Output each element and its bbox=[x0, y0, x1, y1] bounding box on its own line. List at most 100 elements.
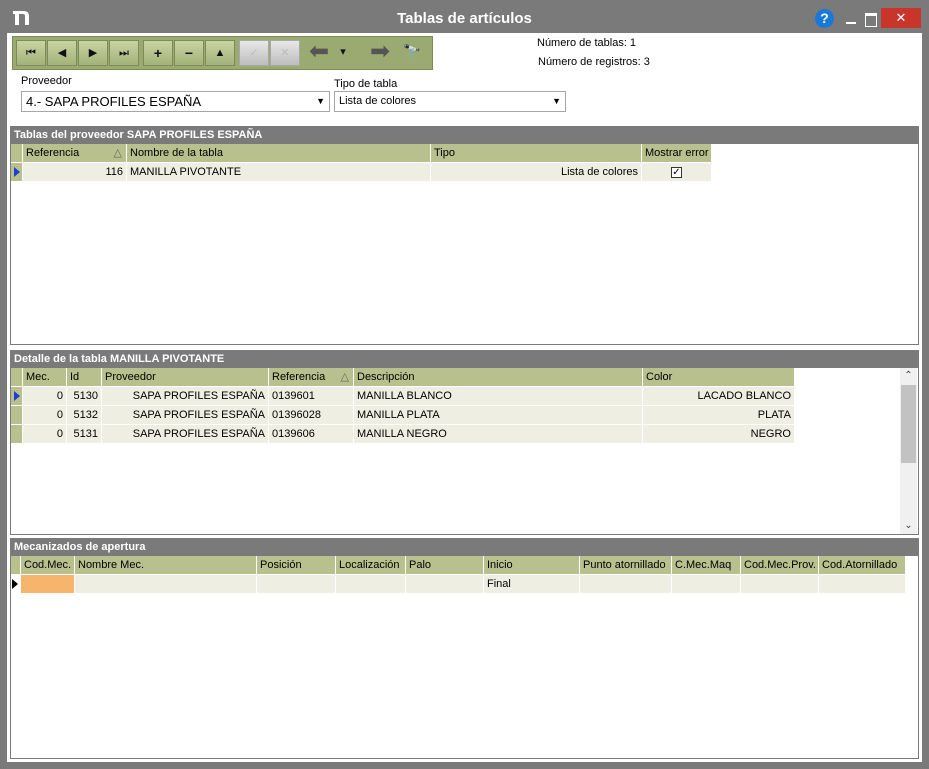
detalle-panel: Detalle de la tabla MANILLA PIVOTANTE Me… bbox=[10, 350, 919, 535]
scroll-down-icon[interactable]: ⌄ bbox=[900, 518, 917, 534]
history-dropdown-button[interactable]: ▾ bbox=[335, 40, 351, 66]
cell-referencia[interactable]: 0139606 bbox=[269, 425, 354, 444]
tablas-panel-title: Tablas del proveedor SAPA PROFILES ESPAÑ… bbox=[11, 127, 918, 144]
scroll-up-icon[interactable]: ⌃ bbox=[900, 368, 917, 384]
col-nombre-tabla[interactable]: Nombre de la tabla bbox=[127, 144, 431, 163]
cell-mec[interactable]: 0 bbox=[23, 425, 67, 444]
client-area: ⏮ ◀ ▶ ⏭ + − ▲ ✓ ✕ ⬅ ▾ ➡ 🔭 Número de tabl… bbox=[7, 33, 922, 762]
col-tipo[interactable]: Tipo bbox=[431, 144, 642, 163]
cell-inicio[interactable]: Final bbox=[484, 575, 580, 594]
col-cod-mec-prov[interactable]: Cod.Mec.Prov. bbox=[741, 556, 819, 575]
cell-id[interactable]: 5132 bbox=[67, 406, 102, 425]
col-referencia[interactable]: Referencia △ bbox=[269, 368, 354, 387]
cell-proveedor[interactable]: SAPA PROFILES ESPAÑA bbox=[102, 425, 269, 444]
cell-tipo[interactable]: Lista de colores bbox=[431, 163, 642, 182]
cell-nombre-mec[interactable] bbox=[75, 575, 257, 594]
cell-descripcion[interactable]: MANILLA BLANCO bbox=[354, 387, 643, 406]
title-bar[interactable]: Tablas de artículos ? ✕ bbox=[0, 0, 929, 33]
cell-mec[interactable]: 0 bbox=[23, 406, 67, 425]
cell-descripcion[interactable]: MANILLA PLATA bbox=[354, 406, 643, 425]
close-button[interactable]: ✕ bbox=[881, 8, 921, 28]
cell-id[interactable]: 5130 bbox=[67, 387, 102, 406]
current-row-arrow-icon bbox=[14, 391, 20, 401]
cell-proveedor[interactable]: SAPA PROFILES ESPAÑA bbox=[102, 406, 269, 425]
col-cod-mec[interactable]: Cod.Mec. bbox=[21, 556, 75, 575]
window-title: Tablas de artículos bbox=[397, 10, 532, 27]
cell-mostrar-error[interactable]: ✓ bbox=[642, 163, 712, 182]
col-punto-atornillado[interactable]: Punto atornillado bbox=[580, 556, 672, 575]
tablas-panel: Tablas del proveedor SAPA PROFILES ESPAÑ… bbox=[10, 126, 919, 345]
cell-palo[interactable] bbox=[406, 575, 484, 594]
cell-cod-mec-prov[interactable] bbox=[741, 575, 819, 594]
col-proveedor[interactable]: Proveedor bbox=[102, 368, 269, 387]
cell-punto-atornillado[interactable] bbox=[580, 575, 672, 594]
next-record-button[interactable]: ▶ bbox=[78, 40, 108, 66]
binoculars-search-icon[interactable]: 🔭 bbox=[397, 40, 427, 66]
cell-descripcion[interactable]: MANILLA NEGRO bbox=[354, 425, 643, 444]
proveedor-select[interactable]: 4.- SAPA PROFILES ESPAÑA ▼ bbox=[21, 91, 330, 112]
vertical-scrollbar[interactable]: ⌃ ⌄ bbox=[900, 368, 917, 534]
help-button[interactable]: ? bbox=[815, 9, 834, 28]
cell-localizacion[interactable] bbox=[336, 575, 406, 594]
col-localizacion[interactable]: Localización bbox=[336, 556, 406, 575]
cell-id[interactable]: 5131 bbox=[67, 425, 102, 444]
table-row[interactable]: 116 MANILLA PIVOTANTE Lista de colores ✓ bbox=[11, 163, 713, 182]
delete-record-button[interactable]: − bbox=[174, 40, 204, 66]
row-indicator-header bbox=[11, 368, 23, 387]
minimize-button[interactable] bbox=[843, 13, 859, 27]
table-row[interactable]: 0 5132 SAPA PROFILES ESPAÑA 01396028 MAN… bbox=[11, 406, 795, 425]
back-arrow-icon[interactable]: ⬅ bbox=[304, 40, 334, 66]
col-descripcion[interactable]: Descripción bbox=[354, 368, 643, 387]
row-indicator bbox=[11, 425, 23, 444]
grid-header: Cod.Mec. Nombre Mec. Posición Localizaci… bbox=[11, 556, 906, 575]
mostrar-error-checkbox[interactable]: ✓ bbox=[671, 166, 682, 178]
col-mostrar-error[interactable]: Mostrar error bbox=[642, 144, 712, 163]
cell-color[interactable]: PLATA bbox=[643, 406, 795, 425]
col-posicion[interactable]: Posición bbox=[257, 556, 336, 575]
tipo-tabla-select[interactable]: Lista de colores ▼ bbox=[334, 91, 566, 112]
col-palo[interactable]: Palo bbox=[406, 556, 484, 575]
cell-c-mec-maq[interactable] bbox=[672, 575, 741, 594]
table-row[interactable]: 0 5130 SAPA PROFILES ESPAÑA 0139601 MANI… bbox=[11, 387, 795, 406]
col-cod-atornillado[interactable]: Cod.Atornillado bbox=[819, 556, 906, 575]
col-inicio[interactable]: Inicio bbox=[484, 556, 580, 575]
tipo-tabla-value: Lista de colores bbox=[339, 95, 417, 107]
cell-cod-mec[interactable] bbox=[21, 575, 75, 594]
table-row[interactable]: Final bbox=[11, 575, 906, 594]
navigation-toolbar: ⏮ ◀ ▶ ⏭ + − ▲ ✓ ✕ ⬅ ▾ ➡ 🔭 bbox=[12, 36, 433, 70]
confirm-button[interactable]: ✓ bbox=[239, 40, 269, 66]
col-color[interactable]: Color bbox=[643, 368, 795, 387]
scrollbar-thumb[interactable] bbox=[901, 385, 916, 463]
forward-arrow-icon[interactable]: ➡ bbox=[365, 40, 395, 66]
cell-referencia[interactable]: 116 bbox=[23, 163, 127, 182]
chevron-down-icon: ▼ bbox=[316, 96, 325, 106]
cell-mec[interactable]: 0 bbox=[23, 387, 67, 406]
cell-cod-atornillado[interactable] bbox=[819, 575, 906, 594]
edit-record-button[interactable]: ▲ bbox=[205, 40, 235, 66]
prev-record-button[interactable]: ◀ bbox=[47, 40, 77, 66]
col-id[interactable]: Id bbox=[67, 368, 102, 387]
cell-color[interactable]: LACADO BLANCO bbox=[643, 387, 795, 406]
row-indicator-header bbox=[11, 144, 23, 163]
col-nombre-mec[interactable]: Nombre Mec. bbox=[75, 556, 257, 575]
cell-referencia[interactable]: 01396028 bbox=[269, 406, 354, 425]
cell-proveedor[interactable]: SAPA PROFILES ESPAÑA bbox=[102, 387, 269, 406]
last-record-button[interactable]: ⏭ bbox=[109, 40, 139, 66]
cell-nombre[interactable]: MANILLA PIVOTANTE bbox=[127, 163, 431, 182]
row-indicator bbox=[11, 406, 23, 425]
cell-posicion[interactable] bbox=[257, 575, 336, 594]
add-record-button[interactable]: + bbox=[143, 40, 173, 66]
first-record-button[interactable]: ⏮ bbox=[16, 40, 46, 66]
num-tablas-label: Número de tablas: 1 bbox=[537, 37, 637, 49]
cell-referencia[interactable]: 0139601 bbox=[269, 387, 354, 406]
cancel-button[interactable]: ✕ bbox=[270, 40, 300, 66]
col-c-mec-maq[interactable]: C.Mec.Maq bbox=[672, 556, 741, 575]
col-referencia[interactable]: Referencia △ bbox=[23, 144, 127, 163]
table-row[interactable]: 0 5131 SAPA PROFILES ESPAÑA 0139606 MANI… bbox=[11, 425, 795, 444]
sort-asc-icon: △ bbox=[113, 147, 122, 159]
chevron-down-icon: ▼ bbox=[552, 96, 561, 106]
mecanizados-panel-title: Mecanizados de apertura bbox=[11, 539, 918, 556]
col-mec[interactable]: Mec. bbox=[23, 368, 67, 387]
cell-color[interactable]: NEGRO bbox=[643, 425, 795, 444]
maximize-button[interactable] bbox=[863, 12, 877, 27]
